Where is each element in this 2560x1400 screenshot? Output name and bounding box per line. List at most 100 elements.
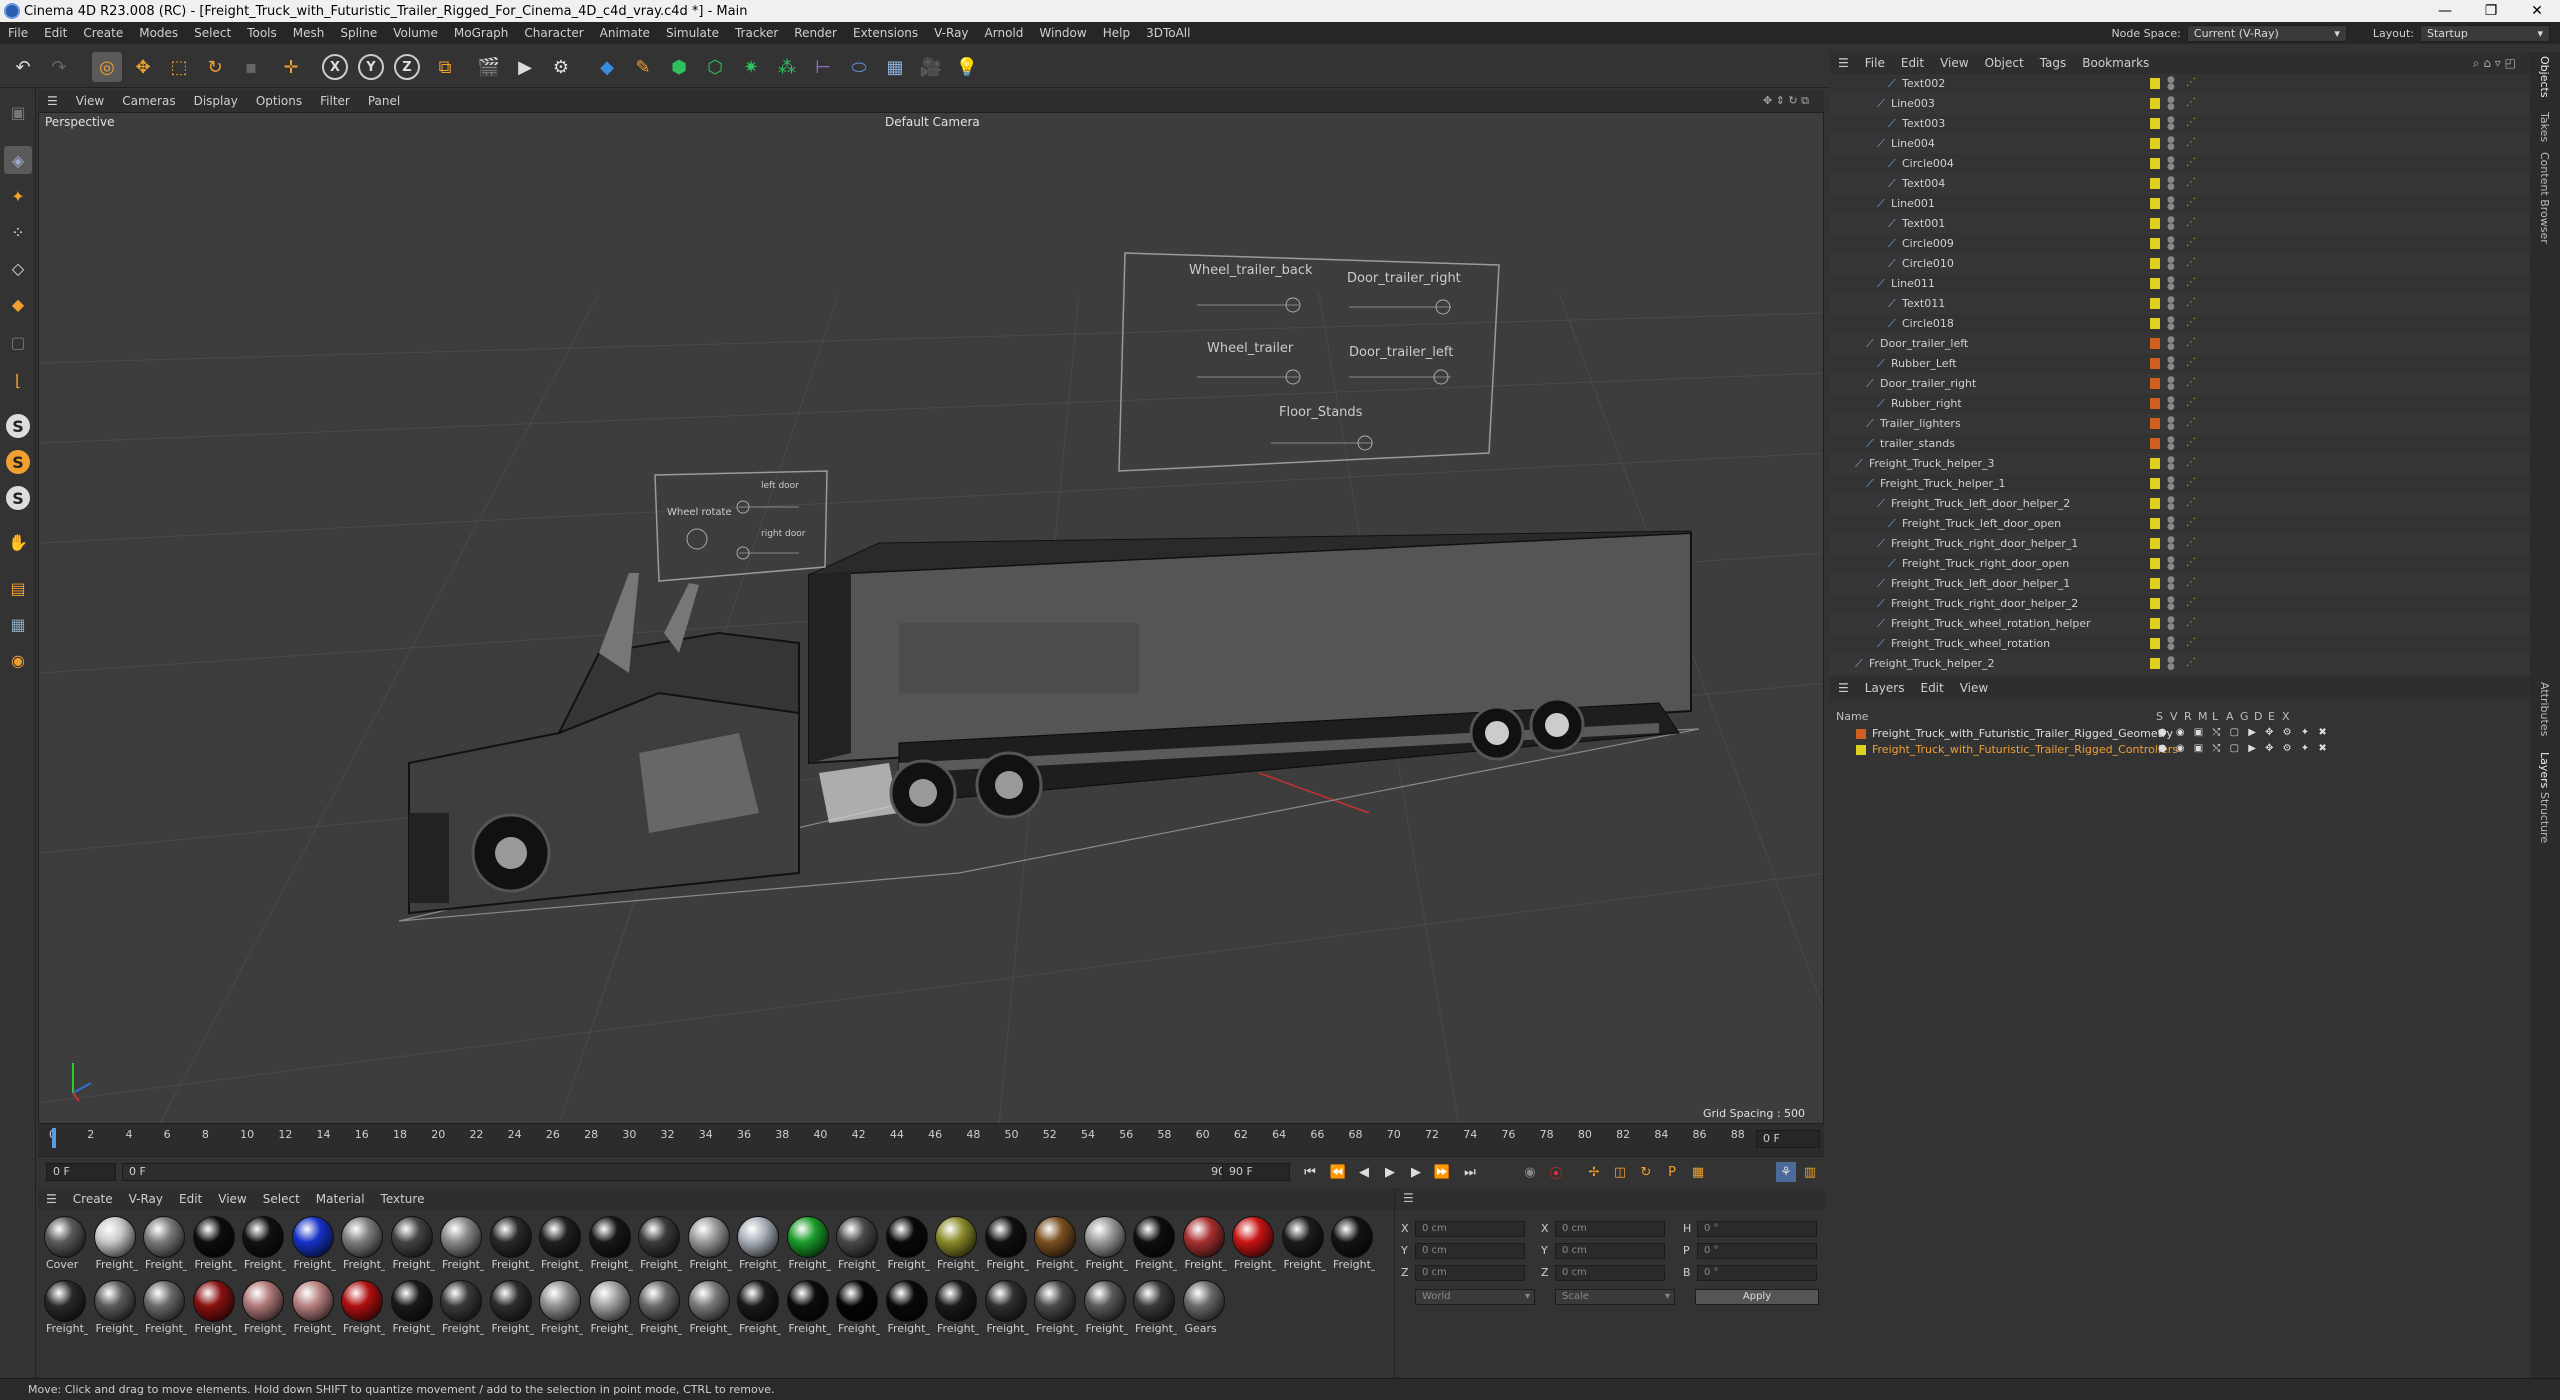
object-tag-icon[interactable]: ⋰	[2186, 517, 2198, 529]
workplane-snap-icon[interactable]: S	[6, 486, 30, 510]
autokey-icon[interactable]: ⦿	[1546, 1162, 1566, 1182]
light-icon[interactable]: 💡	[952, 52, 982, 82]
render-settings-icon[interactable]: ⚙	[546, 52, 576, 82]
key-position-icon[interactable]: ✢	[1584, 1162, 1604, 1182]
object-name[interactable]: Circle009	[1902, 237, 1954, 250]
visibility-dots-icon[interactable]: ● ●	[2167, 216, 2175, 232]
object-name[interactable]: Freight_Truck_left_door_open	[1902, 517, 2061, 530]
object-name[interactable]: Circle004	[1902, 157, 1954, 170]
objects-menu-file[interactable]: File	[1857, 56, 1893, 70]
layer-name[interactable]: Freight_Truck_with_Futuristic_Trailer_Ri…	[1872, 727, 2173, 740]
object-tag-icon[interactable]: ⋰	[2186, 437, 2198, 449]
material-menu-material[interactable]: Material	[308, 1192, 373, 1206]
material-swatch[interactable]: Freight_	[636, 1214, 682, 1274]
layer-toggle-icons[interactable]: ● ◉ ▣ ⤭ ▢ ▶ ✥ ⚙ ✦ ✖	[2158, 743, 2330, 754]
layer-color-tag[interactable]	[2150, 418, 2160, 429]
object-tag-icon[interactable]: ⋰	[2186, 217, 2198, 229]
layer-color-tag[interactable]	[2150, 578, 2160, 589]
tab-takes[interactable]: Takes	[2538, 112, 2551, 142]
redo-icon[interactable]: ↷	[44, 52, 74, 82]
undo-icon[interactable]: ↶	[8, 52, 38, 82]
object-row[interactable]: ⟋ Freight_Truck_helper_2 ● ● ⋰	[1830, 654, 2530, 674]
visibility-dots-icon[interactable]: ● ●	[2167, 556, 2175, 572]
layer-color-tag[interactable]	[2150, 638, 2160, 649]
object-name[interactable]: Line001	[1891, 197, 1935, 210]
material-swatch[interactable]: Gears	[1181, 1278, 1227, 1338]
object-tag-icon[interactable]: ⋰	[2186, 497, 2198, 509]
material-swatch[interactable]: Freight_	[636, 1278, 682, 1338]
material-swatch[interactable]: Freight_	[587, 1214, 633, 1274]
material-menu-vray[interactable]: V-Ray	[121, 1192, 171, 1206]
cube-icon[interactable]: ◆	[592, 52, 622, 82]
viewport-menu-filter[interactable]: Filter	[311, 94, 359, 108]
object-tag-icon[interactable]: ⋰	[2186, 77, 2198, 89]
object-row[interactable]: ⟋ Trailer_lighters ● ● ⋰	[1830, 414, 2530, 434]
layer-color-tag[interactable]	[2150, 278, 2160, 289]
object-tag-icon[interactable]: ⋰	[2186, 397, 2198, 409]
menu-create[interactable]: Create	[75, 26, 131, 40]
object-name[interactable]: Trailer_lighters	[1880, 417, 1961, 430]
object-row[interactable]: ⟋ Freight_Truck_wheel_rotation ● ● ⋰	[1830, 634, 2530, 654]
visibility-dots-icon[interactable]: ● ●	[2167, 336, 2175, 352]
visibility-dots-icon[interactable]: ● ●	[2167, 76, 2175, 92]
visibility-dots-icon[interactable]: ● ●	[2167, 396, 2175, 412]
rot-b-field[interactable]: 0 °	[1697, 1265, 1817, 1281]
subdivision-icon[interactable]: ⬢	[664, 52, 694, 82]
material-swatch[interactable]: Freight_	[92, 1278, 138, 1338]
menu-modes[interactable]: Modes	[131, 26, 186, 40]
object-name[interactable]: Freight_Truck_left_door_helper_2	[1891, 497, 2070, 510]
record-icon[interactable]: ◉	[1520, 1162, 1540, 1182]
go-to-start-icon[interactable]: ⏮	[1300, 1162, 1320, 1182]
node-space-dropdown[interactable]: Current (V-Ray) ▾	[2186, 24, 2347, 42]
pos-z-field[interactable]: 0 cm	[1415, 1265, 1525, 1281]
minimize-button[interactable]: —	[2422, 0, 2468, 22]
object-name[interactable]: Freight_Truck_helper_1	[1880, 477, 2005, 490]
object-tag-icon[interactable]: ⋰	[2186, 97, 2198, 109]
object-row[interactable]: ⟋ Freight_Truck_left_door_helper_1 ● ● ⋰	[1830, 574, 2530, 594]
object-name[interactable]: Text003	[1902, 117, 1945, 130]
object-name[interactable]: Line011	[1891, 277, 1935, 290]
visibility-dots-icon[interactable]: ● ●	[2167, 296, 2175, 312]
material-swatch[interactable]: Freight_	[389, 1214, 435, 1274]
material-swatch[interactable]: Freight_	[488, 1278, 534, 1338]
menu-character[interactable]: Character	[516, 26, 591, 40]
layer-color-tag[interactable]	[2150, 438, 2160, 449]
previous-frame-icon[interactable]: ◀	[1354, 1162, 1374, 1182]
visibility-dots-icon[interactable]: ● ●	[2167, 416, 2175, 432]
points-mode-icon[interactable]: ⁘	[4, 218, 32, 246]
go-to-end-icon[interactable]: ⏭	[1460, 1162, 1480, 1182]
floor-icon[interactable]: ▦	[880, 52, 910, 82]
object-tag-icon[interactable]: ⋰	[2186, 317, 2198, 329]
object-name[interactable]: Rubber_Left	[1891, 357, 1957, 370]
layer-color-tag[interactable]	[2150, 198, 2160, 209]
visibility-dots-icon[interactable]: ● ●	[2167, 576, 2175, 592]
material-swatch[interactable]: Freight_	[141, 1278, 187, 1338]
layers-menu-edit[interactable]: Edit	[1912, 681, 1951, 695]
material-swatch[interactable]: Freight_	[141, 1214, 187, 1274]
viewport-menu-display[interactable]: Display	[185, 94, 247, 108]
visibility-dots-icon[interactable]: ● ●	[2167, 96, 2175, 112]
camera-icon[interactable]: 🎥	[916, 52, 946, 82]
material-swatch[interactable]: Freight_	[834, 1214, 880, 1274]
visibility-dots-icon[interactable]: ● ●	[2167, 116, 2175, 132]
material-swatch[interactable]: Freight_	[1181, 1214, 1227, 1274]
visibility-dots-icon[interactable]: ● ●	[2167, 496, 2175, 512]
viewport-menu-cameras[interactable]: Cameras	[113, 94, 184, 108]
layer-color-tag[interactable]	[2150, 658, 2160, 669]
extrude-icon[interactable]: ⬡	[700, 52, 730, 82]
coordinate-mode-dropdown[interactable]: World ▾	[1415, 1289, 1535, 1305]
cloner-icon[interactable]: ✷	[736, 52, 766, 82]
viewport-menu-icon[interactable]: ☰	[38, 94, 67, 108]
object-name[interactable]: Text001	[1902, 217, 1945, 230]
close-button[interactable]: ✕	[2514, 0, 2560, 22]
layer-name[interactable]: Freight_Truck_with_Futuristic_Trailer_Ri…	[1872, 743, 2178, 756]
mograph-icon[interactable]: ⁂	[772, 52, 802, 82]
material-swatch[interactable]: Freight_	[1131, 1214, 1177, 1274]
objects-menu-icon[interactable]: ☰	[1830, 56, 1857, 70]
material-swatch[interactable]: Freight_	[933, 1214, 979, 1274]
material-swatch[interactable]: Freight_	[290, 1278, 336, 1338]
key-pla-icon[interactable]: ▦	[1688, 1162, 1708, 1182]
menu-file[interactable]: File	[0, 26, 36, 40]
object-tag-icon[interactable]: ⋰	[2186, 557, 2198, 569]
object-name[interactable]: Freight_Truck_helper_3	[1869, 457, 1994, 470]
